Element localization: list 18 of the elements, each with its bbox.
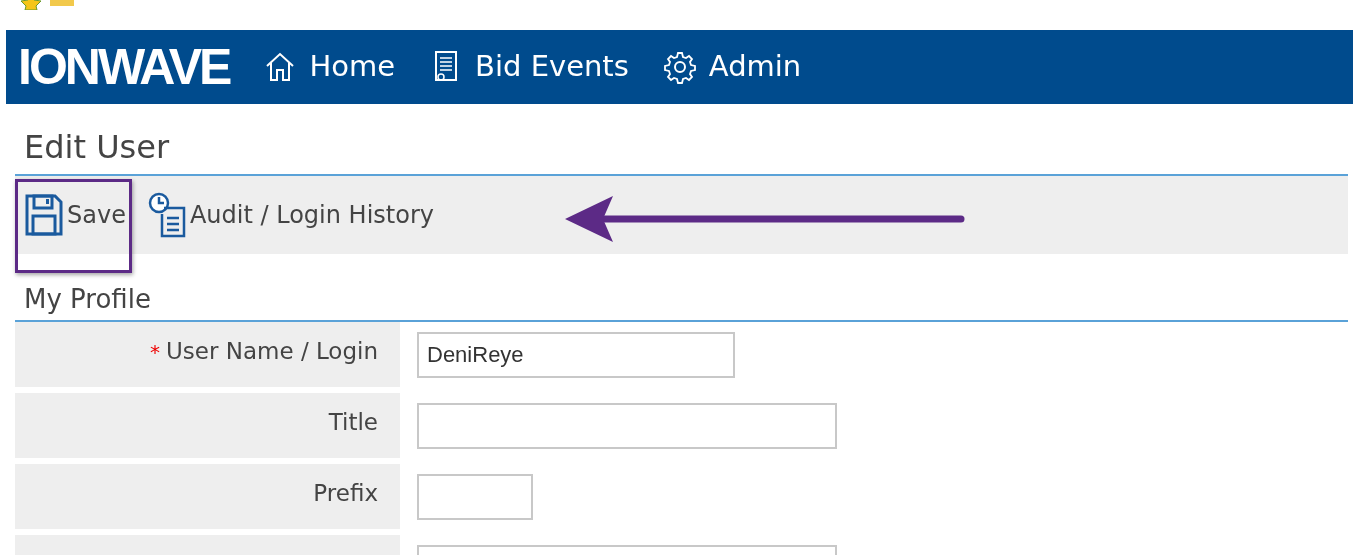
label-text: User Name / Login [166,337,378,364]
page-title: Edit User [24,128,171,167]
save-icon [25,194,63,237]
gear-icon [662,50,697,84]
nav-link[interactable]: Home [263,45,396,89]
label-text: Prefix [313,479,378,506]
logo[interactable]: IONWAVE [18,42,230,92]
section-title: My Profile [24,284,152,316]
label-text: Title [328,408,378,435]
save-button[interactable]: Save [25,194,126,237]
input-field[interactable] [417,402,837,449]
history-icon [147,192,186,239]
input-field[interactable]: DeniReye [417,331,735,378]
nav-link[interactable]: Admin [662,45,802,89]
nav-link[interactable]: Bid Events [429,45,629,89]
history-button[interactable]: Audit / Login History [147,192,434,239]
input-field[interactable] [417,473,533,520]
required-marker: * [150,339,160,364]
